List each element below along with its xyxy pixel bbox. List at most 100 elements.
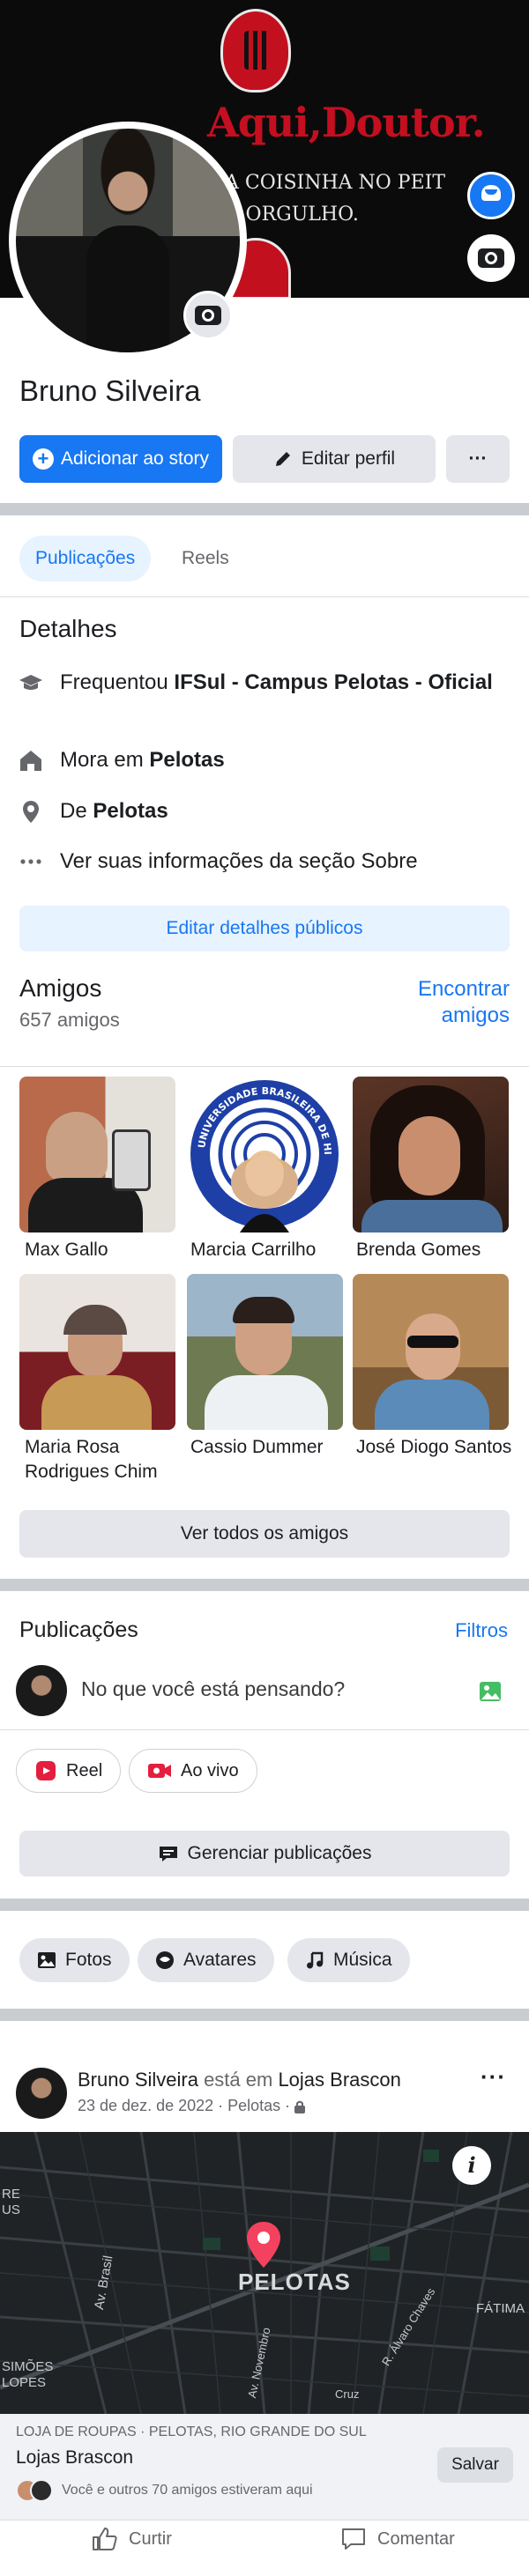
friend-photo[interactable] <box>19 1274 175 1430</box>
cover-subtitle-line2: R ORGULHO. <box>225 204 359 226</box>
detail-hometown-text: De Pelotas <box>60 799 168 823</box>
filters-link[interactable]: Filtros <box>455 1619 508 1642</box>
friends-title: Amigos <box>19 974 102 1002</box>
visitors-text: Você e outros 70 amigos estiveram aqui <box>62 2483 313 2498</box>
manage-posts-label: Gerenciar publicações <box>187 1843 372 1863</box>
edit-profile-label: Editar perfil <box>301 448 396 469</box>
location-pin-icon <box>23 801 39 823</box>
location-category: LOJA DE ROUPAS · PELOTAS, RIO GRANDE DO … <box>16 2424 367 2439</box>
see-all-friends-button[interactable]: Ver todos os amigos <box>19 1510 510 1558</box>
club-emblem <box>220 9 291 93</box>
composer-input[interactable]: No que você está pensando? <box>81 1677 345 1701</box>
home-icon <box>20 751 41 771</box>
detail-about-text: Ver suas informações da seção Sobre <box>60 849 418 873</box>
more-icon: ··· <box>468 448 488 469</box>
location-map[interactable]: i PELOTAS RE US Av. Brasil SIMÕES LOPES … <box>0 2132 529 2414</box>
edit-profile-picture-button[interactable] <box>183 291 233 340</box>
camera-icon <box>478 248 504 268</box>
reel-icon <box>36 1761 56 1780</box>
profile-name: Bruno Silveira <box>19 374 201 407</box>
info-icon[interactable]: i <box>452 2146 491 2185</box>
cover-subtitle: A COISINHA NO PEIT R ORGULHO. <box>225 167 445 231</box>
friend-shirt <box>361 1200 503 1232</box>
add-to-story-label: Adicionar ao story <box>60 448 210 469</box>
avatar[interactable] <box>16 1665 67 1716</box>
friend-face <box>46 1112 108 1182</box>
like-button[interactable]: Curtir <box>92 2527 172 2551</box>
post-date[interactable]: 23 de dez. de 2022 · Pelotas · <box>78 2097 290 2115</box>
find-friends-link[interactable]: Encontrar amigos <box>351 976 510 1029</box>
lock-icon <box>294 2100 306 2113</box>
avatars-pill[interactable]: Avatares <box>138 1938 274 1982</box>
map-label: RE <box>2 2187 20 2202</box>
education-place-link[interactable]: IFSul - Campus Pelotas - Oficial <box>174 670 492 694</box>
friend-name[interactable]: Marcia Carrilho <box>190 1238 354 1262</box>
tabs-divider <box>0 596 529 597</box>
avatar-icon <box>156 1951 174 1969</box>
friend-photo[interactable] <box>353 1077 509 1232</box>
avatar <box>30 2479 53 2502</box>
find-friends-line2: amigos <box>441 1003 510 1027</box>
photos-pill[interactable]: Fotos <box>19 1938 130 1982</box>
friend-hair <box>233 1297 294 1323</box>
visitor-avatars <box>16 2479 55 2502</box>
live-video-icon <box>148 1764 171 1778</box>
tab-reels[interactable]: Reels <box>182 536 229 581</box>
friend-name[interactable]: Brenda Gomes <box>356 1238 519 1262</box>
detail-education: Frequentou IFSul - Campus Pelotas - Ofic… <box>18 670 511 696</box>
friend-photo[interactable] <box>187 1274 343 1430</box>
comment-button[interactable]: Comentar <box>340 2527 455 2551</box>
manage-posts-button[interactable]: Gerenciar publicações <box>19 1831 510 1876</box>
edit-profile-button[interactable]: Editar perfil <box>233 435 436 483</box>
friend-name[interactable]: José Diogo Santos <box>356 1435 519 1460</box>
post-at-text: está em <box>197 2069 279 2091</box>
friends-count: 657 amigos <box>19 1009 120 1031</box>
section-divider <box>0 2009 529 2021</box>
save-button[interactable]: Salvar <box>437 2447 513 2483</box>
avatar-creator-button[interactable] <box>467 172 515 219</box>
post-more-button[interactable]: ··· <box>481 2063 506 2091</box>
photo-icon[interactable] <box>478 1679 503 1704</box>
map-label: US <box>2 2202 20 2217</box>
friends-divider <box>0 1066 529 1067</box>
location-name[interactable]: Lojas Brascon <box>16 2447 133 2469</box>
post-place[interactable]: Lojas Brascon <box>278 2069 400 2091</box>
friend-shirt <box>41 1375 152 1430</box>
friend-shirt <box>205 1375 328 1430</box>
friend-name[interactable]: Max Gallo <box>25 1238 188 1262</box>
more-options-button[interactable]: ··· <box>446 435 510 483</box>
map-label: LOPES <box>2 2375 47 2390</box>
tab-publicacoes[interactable]: Publicações <box>19 536 152 581</box>
residence-place-link[interactable]: Pelotas <box>149 748 224 772</box>
detail-hometown: De Pelotas <box>18 798 511 825</box>
add-to-story-button[interactable]: + Adicionar ao story <box>19 435 222 483</box>
detail-about[interactable]: Ver suas informações da seção Sobre <box>18 848 511 875</box>
hometown-place-link[interactable]: Pelotas <box>93 799 168 823</box>
friend-sunglasses <box>407 1336 458 1348</box>
post-meta: 23 de dez. de 2022 · Pelotas · <box>78 2097 306 2115</box>
friend-name[interactable]: Cassio Dummer <box>190 1435 354 1460</box>
music-pill[interactable]: Música <box>287 1938 410 1982</box>
media-pills: Fotos Avatares Música <box>19 1938 513 1982</box>
friend-photo[interactable]: UNIVERSIDADE BRASILEIRA DE HIPNOSE <box>187 1077 343 1232</box>
edit-public-details-button[interactable]: Editar detalhes públicos <box>19 906 510 951</box>
friend-name[interactable]: Maria Rosa Rodrigues Chim <box>25 1435 188 1484</box>
hypnosis-emblem: UNIVERSIDADE BRASILEIRA DE HIPNOSE <box>187 1077 339 1232</box>
post-header: Bruno Silveira está em Lojas Brascon <box>78 2069 401 2091</box>
map-label: FÁTIMA <box>476 2301 525 2316</box>
reel-button[interactable]: Reel <box>16 1749 122 1793</box>
music-note-icon <box>307 1951 324 1969</box>
friend-photo[interactable] <box>353 1274 509 1430</box>
edit-cover-button[interactable] <box>467 234 515 282</box>
pencil-icon <box>275 452 290 466</box>
avatars-label: Avatares <box>183 1950 257 1970</box>
avatar[interactable] <box>16 2068 67 2119</box>
live-button[interactable]: Ao vivo <box>129 1749 257 1793</box>
friend-face <box>399 1116 460 1195</box>
detail-residence-text: Mora em Pelotas <box>60 748 225 772</box>
section-divider <box>0 503 529 515</box>
friend-photo[interactable] <box>19 1077 175 1232</box>
cover-title: Aqui,Doutor. <box>207 99 486 146</box>
comment-label: Comentar <box>377 2528 455 2549</box>
post-author[interactable]: Bruno Silveira <box>78 2069 198 2091</box>
